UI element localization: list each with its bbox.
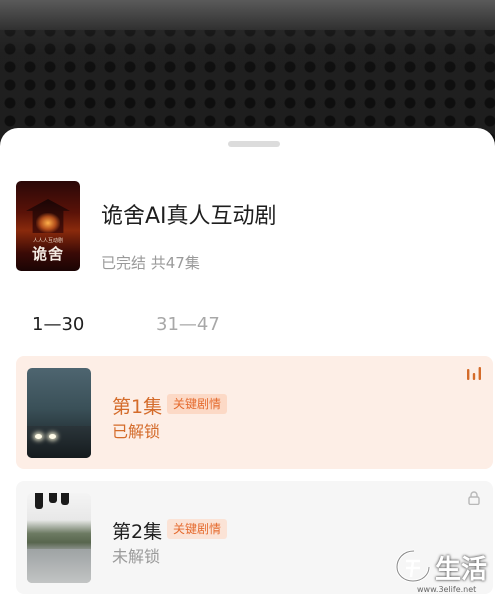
thumb-road [27,426,91,458]
thumb-legs [35,493,43,509]
watermark-text: 生活 [435,555,488,585]
tab-range-1-30[interactable]: 1—30 [32,314,84,335]
headlight-right [49,434,56,439]
episode-thumbnail [27,368,91,458]
cover-glow [36,213,60,233]
show-meta: 已完结 共47集 [101,254,200,272]
cover-title-text: 诡舍 [31,245,64,263]
episode-sheet: 人人人互动剧 诡舍 诡舍AI真人互动剧 已完结 共47集 1—30 31—47 … [0,128,495,600]
episode-card-1[interactable]: 第1集 关键剧情 已解锁 [16,356,493,469]
lock-icon [468,491,480,505]
playing-bars-icon [467,367,481,380]
tab-range-31-47[interactable]: 31—47 [156,314,220,335]
episode-title: 第2集 [112,521,163,543]
watermark-logo-icon [395,549,431,583]
episode-status: 未解锁 [112,547,161,566]
show-cover: 人人人互动剧 诡舍 [16,181,80,271]
episode-status: 已解锁 [112,422,161,441]
watermark: 生活 www.3elife.net [391,545,495,600]
screen: 人人人互动剧 诡舍 诡舍AI真人互动剧 已完结 共47集 1—30 31—47 … [0,0,495,600]
key-plot-badge: 关键剧情 [167,394,228,414]
thumb-ground [27,549,91,583]
video-top-bar [0,0,495,30]
key-plot-badge: 关键剧情 [167,519,228,539]
thumb-legs [61,493,69,505]
episode-thumbnail [27,493,91,583]
sheet-drag-handle[interactable] [228,141,280,147]
thumb-legs [49,493,57,503]
episode-title: 第1集 [112,396,163,418]
watermark-url: www.3elife.net [417,585,477,594]
headlight-left [35,434,42,439]
show-title: 诡舍AI真人互动剧 [101,204,277,229]
